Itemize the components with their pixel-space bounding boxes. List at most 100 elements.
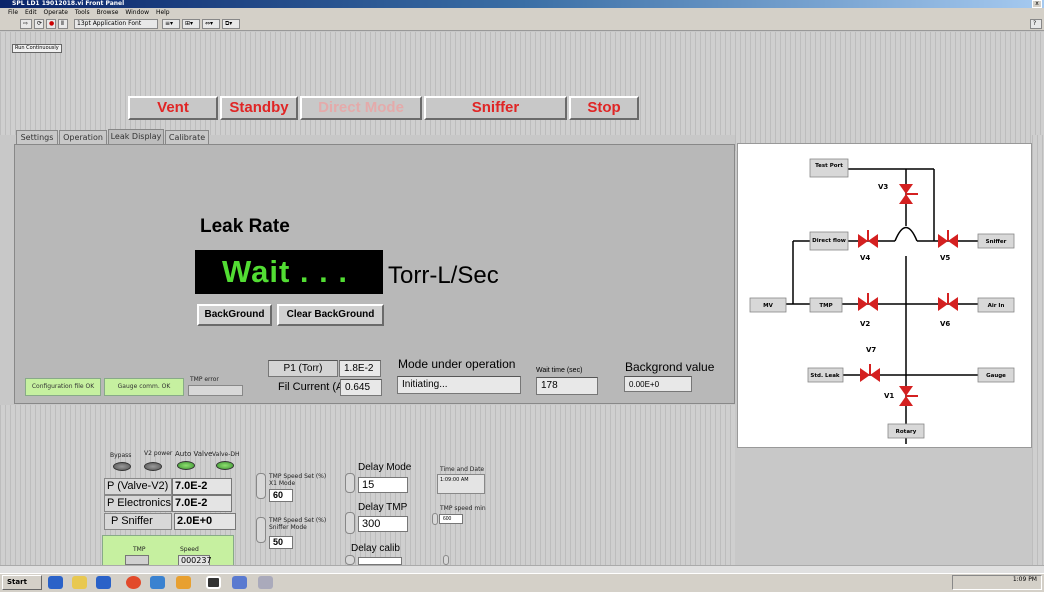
- leak-rate-unit: Torr-L/Sec: [388, 262, 499, 289]
- schematic-svg: Test Port Direct flow Sniffer MV TMP Air…: [749, 158, 1015, 444]
- sniffer-button[interactable]: Sniffer: [424, 96, 567, 120]
- wait-time-label: Wait time (sec): [536, 367, 583, 374]
- v2-power-indicator[interactable]: [144, 462, 162, 471]
- tab-settings[interactable]: Settings: [16, 130, 58, 144]
- p1-label: P1 (Torr): [268, 360, 338, 377]
- time-date-value: 1:09:00 AM: [437, 474, 485, 494]
- delay-mode-value[interactable]: 15: [358, 477, 408, 493]
- align-icon[interactable]: ≡▾: [162, 19, 180, 29]
- valve-dh-indicator[interactable]: [216, 461, 234, 470]
- p-valve-v2-value: 7.0E-2: [172, 478, 232, 495]
- chrome-icon[interactable]: [126, 576, 141, 589]
- tmp-speed-sniffer-value[interactable]: 50: [269, 536, 293, 549]
- abort-icon[interactable]: ●: [46, 19, 56, 29]
- menu-browse[interactable]: Browse: [97, 9, 119, 16]
- wait-time-value: 178: [536, 377, 598, 395]
- valve-v4-icon[interactable]: [858, 230, 878, 248]
- tmp-speed-min-value[interactable]: 600: [439, 514, 463, 524]
- delay-mode-stepper[interactable]: [345, 473, 355, 493]
- tmp-speed-min-stepper[interactable]: [432, 513, 438, 525]
- p-valve-v2-label: P (Valve-V2): [104, 478, 172, 495]
- network-icon[interactable]: [150, 576, 165, 589]
- background-button[interactable]: BackGround: [197, 304, 272, 326]
- paint-icon[interactable]: [258, 576, 273, 589]
- background-value-label: Backgrond value: [625, 360, 715, 374]
- standby-button[interactable]: Standby: [220, 96, 298, 120]
- clock[interactable]: 1:09 PM: [1013, 576, 1037, 583]
- vent-button[interactable]: Vent: [128, 96, 218, 120]
- window-title: SPL LD1 19012018.vi Front Panel: [0, 0, 1044, 8]
- menu-edit[interactable]: Edit: [25, 9, 37, 16]
- tmp-speed-x1-value[interactable]: 60: [269, 489, 293, 502]
- run-continuously-icon[interactable]: ⟳: [34, 19, 44, 29]
- tmp-speed-sniffer-stepper[interactable]: [256, 517, 266, 543]
- window-close-button[interactable]: x: [1032, 0, 1042, 8]
- menu-bar: File Edit Operate Tools Browse Window He…: [0, 8, 1044, 17]
- menu-window[interactable]: Window: [125, 9, 149, 16]
- v1-label: V1: [884, 392, 894, 400]
- font-select[interactable]: 13pt Application Font: [74, 19, 158, 29]
- valve-v7-icon[interactable]: [860, 364, 880, 382]
- tmp-speed-min-label: TMP speed min: [440, 505, 486, 512]
- p-sniffer-value: 2.0E+0: [174, 513, 236, 530]
- extra-stepper[interactable]: [443, 555, 449, 565]
- explorer-icon[interactable]: [232, 576, 247, 589]
- tab-operation[interactable]: Operation: [59, 130, 107, 144]
- valve-v1-icon[interactable]: [899, 386, 918, 406]
- background-value: 0.00E+0: [624, 376, 692, 392]
- valve-schematic: Test Port Direct flow Sniffer MV TMP Air…: [737, 143, 1032, 448]
- delay-calib-label: Delay calib: [351, 543, 400, 554]
- run-arrow-icon[interactable]: ⇨: [20, 19, 32, 29]
- help-icon[interactable]: ?: [1030, 19, 1042, 29]
- delay-tmp-stepper[interactable]: [345, 512, 355, 534]
- bypass-indicator[interactable]: [113, 462, 131, 471]
- horizontal-scrollbar[interactable]: [0, 565, 1044, 573]
- pause-icon[interactable]: Ⅱ: [58, 19, 68, 29]
- v3-label: V3: [878, 183, 888, 191]
- tmp-error-field: [188, 385, 243, 396]
- std-leak-label: Std. Leak: [810, 373, 839, 379]
- p1-value: 1.8E-2: [339, 360, 381, 377]
- start-button[interactable]: Start: [2, 575, 42, 590]
- leak-rate-title: Leak Rate: [200, 216, 290, 237]
- v2-power-label: V2 power: [144, 450, 173, 457]
- direct-mode-button[interactable]: Direct Mode: [300, 96, 422, 120]
- delay-tmp-value[interactable]: 300: [358, 516, 408, 532]
- menu-operate[interactable]: Operate: [44, 9, 68, 16]
- rotary-label: Rotary: [896, 429, 917, 435]
- fil-current-value: 0.645: [340, 379, 382, 396]
- folder-icon[interactable]: [72, 576, 87, 589]
- stop-button[interactable]: Stop: [569, 96, 639, 120]
- run-continuously-label: Run Continuously: [12, 44, 62, 53]
- v6-label: V6: [940, 320, 950, 328]
- menu-help[interactable]: Help: [156, 9, 170, 16]
- tmp-speed-x1-stepper[interactable]: [256, 473, 266, 499]
- tab-leak-display[interactable]: Leak Display: [108, 129, 164, 145]
- config-file-status: Configuration file OK: [25, 378, 101, 396]
- sniffer-label: Sniffer: [986, 239, 1007, 245]
- menu-tools[interactable]: Tools: [75, 9, 90, 16]
- auto-valve-indicator[interactable]: [177, 461, 195, 470]
- mv-label: MV: [763, 303, 773, 309]
- resize-icon[interactable]: ⇔▾: [202, 19, 220, 29]
- labview-icon[interactable]: [206, 576, 221, 589]
- ie-icon[interactable]: [48, 576, 63, 589]
- distribute-icon[interactable]: ⊞▾: [182, 19, 200, 29]
- valve-v6-icon[interactable]: [938, 293, 958, 311]
- tmp-title: TMP: [133, 546, 146, 553]
- reorder-icon[interactable]: ⧉▾: [222, 19, 240, 29]
- tmp-error-label: TMP error: [190, 376, 219, 383]
- valve-v2-icon[interactable]: [858, 293, 878, 311]
- speed-label: Speed: [180, 546, 199, 553]
- outlook-icon[interactable]: [96, 576, 111, 589]
- tmp-toggle[interactable]: [125, 555, 149, 565]
- delay-calib-stepper[interactable]: [345, 555, 355, 565]
- app-icon[interactable]: [176, 576, 191, 589]
- delay-calib-value[interactable]: [358, 557, 402, 565]
- valve-v5-icon[interactable]: [938, 230, 958, 248]
- clear-background-button[interactable]: Clear BackGround: [277, 304, 384, 326]
- menu-file[interactable]: File: [8, 9, 18, 16]
- tab-calibrate[interactable]: Calibrate: [165, 130, 209, 144]
- leak-rate-display: Wait . . .: [195, 250, 383, 294]
- valve-v3-icon[interactable]: [899, 184, 918, 204]
